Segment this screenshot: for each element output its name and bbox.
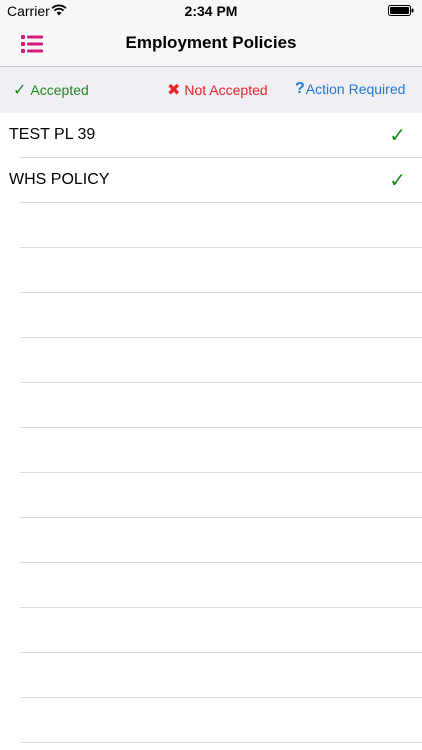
- clock: 2:34 PM: [184, 3, 238, 19]
- empty-row: [0, 428, 422, 473]
- question-mark-icon: ?: [295, 80, 305, 97]
- battery-icon: [388, 5, 414, 16]
- page-title: Employment Policies: [125, 33, 297, 52]
- empty-row: [0, 293, 422, 338]
- legend-action-required-label: Action Required: [305, 81, 406, 97]
- cross-icon: ✖: [167, 82, 181, 99]
- checkmark-icon: ✓: [13, 82, 27, 99]
- policy-row[interactable]: WHS POLICY ✓: [0, 158, 422, 203]
- empty-row: [0, 248, 422, 293]
- empty-row: [0, 653, 422, 698]
- accepted-checkmark-icon: ✓: [389, 125, 406, 147]
- policy-name: TEST PL 39: [9, 126, 96, 143]
- empty-row: [0, 383, 422, 428]
- policy-name: WHS POLICY: [9, 171, 110, 188]
- empty-row: [0, 698, 422, 743]
- empty-row: [0, 203, 422, 248]
- empty-row: [0, 473, 422, 518]
- policy-row[interactable]: TEST PL 39 ✓: [0, 113, 422, 158]
- legend-not-accepted-label: Not Accepted: [184, 82, 268, 98]
- empty-row: [0, 563, 422, 608]
- empty-row: [0, 518, 422, 563]
- legend-action-required: ? Action Required: [295, 80, 405, 98]
- policy-list: TEST PL 39 ✓ WHS POLICY ✓: [0, 113, 422, 743]
- legend-not-accepted: ✖ Not Accepted: [167, 80, 268, 100]
- status-legend: ✓ Accepted ✖ Not Accepted ? Action Requi…: [0, 66, 422, 113]
- empty-row: [0, 338, 422, 383]
- accepted-checkmark-icon: ✓: [389, 170, 406, 192]
- legend-accepted-label: Accepted: [30, 82, 89, 98]
- legend-accepted: ✓ Accepted: [13, 80, 89, 100]
- screen: Carrier 2:34 PM Employment Policies ✓ Ac…: [0, 0, 422, 750]
- navigation-bar: Employment Policies: [0, 22, 422, 66]
- empty-row: [0, 608, 422, 653]
- status-bar: Carrier 2:34 PM: [0, 0, 422, 22]
